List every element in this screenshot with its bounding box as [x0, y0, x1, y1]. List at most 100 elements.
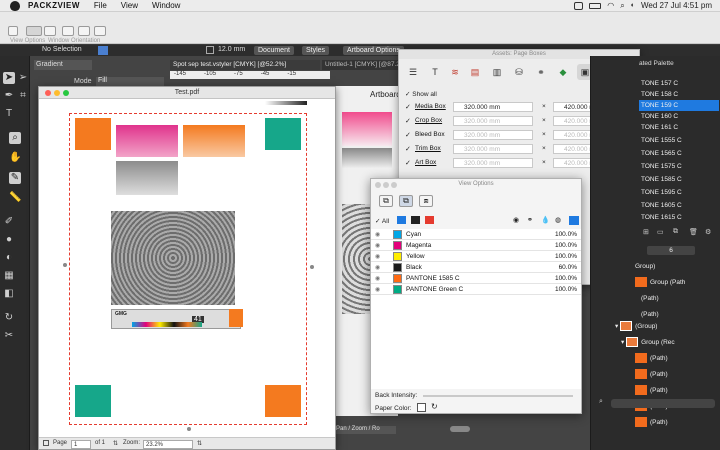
swatch-item-selected[interactable]: TONE 159 C — [639, 100, 719, 111]
layers-icon[interactable]: ≋ — [447, 64, 463, 80]
display-icon[interactable] — [574, 1, 584, 10]
stroke-icon[interactable] — [206, 46, 214, 54]
layer-item[interactable]: Group) — [635, 260, 655, 273]
swatch-item[interactable]: TONE 161 C — [639, 122, 719, 133]
spot-filter-icon[interactable] — [425, 216, 434, 224]
zoom-window-icon[interactable] — [63, 90, 69, 96]
swatch-item[interactable]: TONE 1565 C — [639, 148, 719, 159]
stroke-width[interactable]: 12.0 mm — [218, 46, 245, 53]
selection-tool-icon[interactable]: ➤ — [3, 72, 15, 84]
swatch-item[interactable]: TONE 1555 C — [639, 135, 719, 146]
layers-stepper[interactable]: 6 — [647, 246, 695, 255]
pen-tool-icon[interactable]: ✒ — [3, 90, 15, 102]
barcode-icon[interactable]: ▥ — [489, 64, 505, 80]
channel-percent[interactable]: 100.0% — [555, 275, 577, 282]
text-style-icon[interactable]: T — [427, 64, 443, 80]
knife-tool-icon[interactable]: ✂ — [3, 330, 15, 342]
channel-percent[interactable]: 100.0% — [555, 253, 577, 260]
swatch-item[interactable]: TONE 1585 C — [639, 174, 719, 185]
back-button[interactable] — [8, 26, 18, 36]
box-checkbox[interactable]: ✓ — [405, 103, 411, 111]
wifi-icon[interactable]: ◠ — [607, 1, 614, 10]
gradient-panel-tab[interactable]: Gradient — [34, 60, 92, 70]
zoom-stepper-icon[interactable]: ⇅ — [197, 440, 202, 447]
visibility-eye-icon[interactable]: ◉ — [375, 264, 380, 271]
sidebar-toggle-icon[interactable] — [43, 440, 49, 446]
ink-icon[interactable]: ◆ — [555, 64, 571, 80]
list-view-icon[interactable] — [569, 216, 579, 225]
box-width-input[interactable]: 320.000 mm — [453, 158, 533, 168]
separation-mode-icon[interactable]: ⧉ — [379, 195, 393, 207]
orientation-horizontal-button[interactable] — [78, 26, 90, 36]
add-icon[interactable]: ⊞ — [643, 228, 649, 236]
box-checkbox[interactable]: ✓ — [405, 145, 411, 153]
overprint-mode-icon[interactable]: ⧈ — [419, 195, 433, 207]
page-input[interactable]: 1 — [71, 440, 91, 449]
mode-select[interactable]: Fill — [96, 77, 164, 86]
copy-icon[interactable]: ⧉ — [673, 228, 678, 236]
swatch-item[interactable]: TONE 158 C — [639, 89, 719, 100]
channel-percent[interactable]: 100.0% — [555, 286, 577, 293]
text-tool-icon[interactable]: T — [3, 108, 15, 120]
box-width-input[interactable]: 320.000 mm — [453, 144, 533, 154]
close-icon[interactable] — [45, 90, 51, 96]
layers-search-input[interactable] — [611, 399, 715, 408]
hand-tool-icon[interactable]: ✋ — [9, 152, 21, 164]
control-center-icon[interactable]: ◐ — [631, 2, 635, 9]
swatch-item[interactable]: TONE 1595 C — [639, 187, 719, 198]
document-button[interactable]: Document — [254, 46, 294, 55]
measure-tool-icon[interactable]: 📏 — [9, 192, 21, 204]
menu-view[interactable]: View — [121, 1, 138, 10]
layer-item[interactable]: (Path) — [635, 384, 668, 397]
show-all-checkbox[interactable]: ✓ Show all — [405, 90, 437, 98]
zoom-window-icon[interactable] — [391, 182, 397, 188]
swatch-item[interactable]: TONE 1605 C — [639, 200, 719, 211]
droplet-icon[interactable]: 💧 — [541, 216, 550, 224]
zoom-input[interactable]: 23.2% — [143, 440, 193, 449]
styles-button[interactable]: Styles — [302, 46, 330, 55]
channel-row[interactable]: ◉ Black 60.0% — [371, 262, 581, 273]
swatch-item[interactable]: TONE 1615 C — [639, 212, 719, 223]
layer-item[interactable]: Group (Path — [635, 276, 685, 289]
layer-item[interactable]: (Path) — [635, 368, 668, 381]
visibility-eye-icon[interactable]: ◉ — [375, 231, 380, 238]
list-icon[interactable]: ☰ — [405, 64, 421, 80]
box-checkbox[interactable]: ✓ — [405, 117, 411, 125]
select-arrow-icon[interactable] — [98, 46, 108, 55]
swatches-icon[interactable]: ▤ — [467, 64, 483, 80]
close-icon[interactable] — [375, 182, 381, 188]
minimize-icon[interactable] — [54, 90, 60, 96]
eyedropper-tool-icon[interactable]: ✎ — [9, 172, 21, 184]
layer-item[interactable]: (Path) — [641, 292, 659, 305]
layer-item[interactable]: ▾ (Group) — [615, 320, 657, 333]
paper-color-swatch[interactable] — [417, 403, 426, 412]
visibility-eye-icon[interactable]: ◉ — [375, 286, 380, 293]
minimize-icon[interactable] — [383, 182, 389, 188]
layer-item[interactable]: (Path) — [635, 416, 668, 429]
menu-window[interactable]: Window — [152, 1, 180, 10]
direct-select-tool-icon[interactable]: ➢ — [17, 72, 29, 84]
box-width-input[interactable]: 320.000 mm — [453, 116, 533, 126]
clock[interactable]: Wed 27 Jul 4:51 pm — [641, 1, 712, 10]
box-checkbox[interactable]: ✓ — [405, 131, 411, 139]
brush-tool-icon[interactable]: ✐ — [3, 216, 15, 228]
search-icon[interactable]: ⌕ — [620, 1, 624, 11]
battery-icon[interactable] — [589, 2, 602, 9]
eye-icon[interactable]: ◉ — [513, 216, 519, 224]
page-stepper-icon[interactable]: ⇅ — [113, 440, 118, 447]
swatch-item[interactable]: TONE 1575 C — [639, 161, 719, 172]
orientation-grid-button[interactable] — [94, 26, 106, 36]
channel-percent[interactable]: 60.0% — [559, 264, 577, 271]
all-checkbox[interactable]: ✓ All — [375, 217, 389, 225]
visibility-eye-icon[interactable]: ◉ — [375, 242, 380, 249]
link-icon[interactable]: ⚭ — [527, 216, 533, 224]
layer-item[interactable]: ▾ Group (Rec — [621, 336, 675, 349]
ink-drop-icon[interactable]: ◍ — [555, 216, 561, 224]
channel-percent[interactable]: 100.0% — [555, 231, 577, 238]
tab-spot-sep[interactable]: Spot sep test.vstyler [CMYK] [@52.2%] — [170, 60, 320, 70]
box-checkbox[interactable]: ✓ — [405, 159, 411, 167]
view-options-toggle-button[interactable] — [44, 26, 56, 36]
box-width-input[interactable]: 320.000 mm — [453, 130, 533, 140]
delete-icon[interactable]: 🗑 — [689, 228, 698, 236]
channel-row[interactable]: ◉ PANTONE Green C 100.0% — [371, 284, 581, 295]
